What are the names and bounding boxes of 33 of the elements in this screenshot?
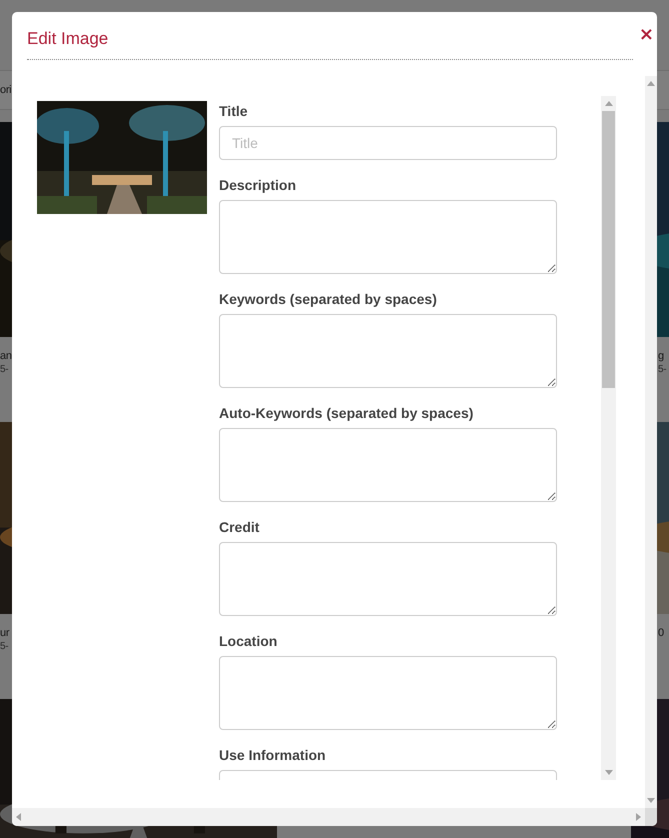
close-button[interactable]: ×	[636, 26, 657, 44]
field-label: Location	[219, 632, 278, 651]
scrollbar[interactable]	[645, 76, 657, 808]
scroll-right-icon[interactable]	[636, 813, 641, 821]
field-label: Credit	[219, 518, 260, 537]
dialog-title: Edit Image	[27, 28, 108, 48]
scroll-down-icon[interactable]	[604, 770, 612, 775]
field-label: Title	[219, 102, 249, 121]
scrollbar-thumb[interactable]	[602, 111, 615, 388]
field-label: Description	[219, 176, 298, 195]
input-field[interactable]: Title	[219, 126, 557, 160]
text-area[interactable]	[219, 200, 557, 274]
text-area[interactable]	[219, 542, 557, 616]
scroll-up-icon[interactable]	[604, 101, 612, 106]
field-label: Use Information	[219, 746, 327, 765]
card-title: 0	[658, 626, 664, 640]
field-label: Auto-Keywords (separated by spaces)	[219, 404, 474, 423]
scrollbar-corner	[645, 808, 657, 826]
field-label: Keywords (separated by spaces)	[219, 290, 438, 309]
card-title: an	[0, 349, 12, 363]
toolbar-text: ori	[0, 84, 12, 96]
card-title: g	[658, 349, 664, 363]
text-area[interactable]	[219, 314, 557, 388]
card-title: ur	[0, 626, 10, 640]
card-date: 5-	[0, 640, 8, 654]
scroll-left-icon[interactable]	[16, 813, 21, 821]
scrollbar[interactable]	[12, 808, 645, 826]
card-date: 5-	[0, 363, 8, 377]
text-area[interactable]	[219, 428, 557, 502]
text-area[interactable]	[219, 656, 557, 730]
scroll-up-icon[interactable]	[647, 81, 655, 86]
scrollbar[interactable]	[601, 96, 616, 780]
card-date: 5-	[658, 363, 666, 377]
